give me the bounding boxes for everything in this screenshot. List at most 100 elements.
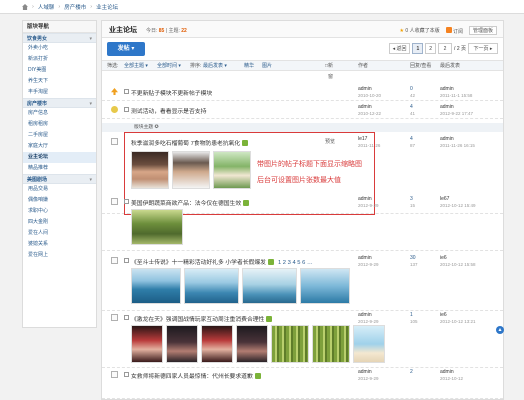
sort-dropdown[interactable]: 最后发表 ▾ [203,61,227,72]
breadcrumb-item[interactable]: 人域聊 [38,3,55,11]
sidebar-item-owner-forum[interactable]: 业主论坛 [23,152,96,163]
sidebar-item[interactable]: 房产信息 [23,108,96,119]
thread-row[interactable]: 《至斗士传说》十一精彩活动好礼多 小学者长假爆发 1 2 3 4 5 6 … ad… [102,253,503,311]
last-poster[interactable]: admin [440,369,454,375]
last-post-date[interactable]: 2012-10-12 [440,376,463,381]
thread-checkbox[interactable] [124,199,129,204]
last-post-date[interactable]: 2011-11-1 15:58 [440,93,472,98]
thread-page-links[interactable]: 1 2 3 4 5 6 … [278,260,313,266]
sidebar-item[interactable]: 精品推荐 [23,163,96,174]
thumbnail-image[interactable] [166,325,198,363]
last-post-date[interactable]: 2012-9-22 17:47 [440,111,473,116]
last-poster[interactable]: ie6 [440,312,447,318]
new-window-checkbox[interactable]: □ 新窗 [325,61,333,80]
pager-next-button[interactable]: 下一页 ▸ [468,43,498,54]
last-post-date[interactable]: 2012-10-12 15:49 [440,203,476,208]
thumbnail-image[interactable] [312,325,350,363]
sidebar-item[interactable]: 外卖小吃 [23,43,96,54]
last-poster[interactable]: ie6 [440,255,447,261]
thread-row[interactable]: 不更新贴子模块不更新帖子模块 admin 2010-10-20 0 42 adm… [102,84,503,101]
thread-checkbox[interactable] [124,372,129,377]
thread-title-line[interactable]: 美国伊朗蔬菜商欲产品：法今仅在德国生效 [131,198,250,207]
thread-checkbox[interactable] [124,315,129,320]
sidebar-item[interactable]: 二手房屋 [23,130,96,141]
manage-panel-button[interactable]: 管理面板 [468,26,497,35]
sidebar-item[interactable]: 用品交易 [23,184,96,195]
sidebar-group-food[interactable]: 饮食男女 ▾ [23,33,96,43]
sidebar-item[interactable]: 求职中心 [23,206,96,217]
sidebar-item[interactable]: 偶像咱嫌 [23,195,96,206]
all-time-dropdown[interactable]: 全部时间 ▾ [157,61,181,72]
sidebar-item[interactable]: 爱在人间 [23,228,96,239]
elite-filter[interactable]: 精华 [244,61,254,72]
thumbnail-image[interactable] [300,268,350,304]
thread-author[interactable]: admin [358,196,372,202]
thread-row[interactable]: 测试活动，看看显示是否支持 admin 2010-12-22 4 41 admi… [102,101,503,119]
sidebar-title: 版块导航 [23,21,96,33]
thread-author[interactable]: admin [358,312,372,318]
thread-title[interactable]: 女救师将新德四家人员最惊情：代州长要求道歉 [131,374,253,380]
breadcrumb-item[interactable]: 业主论坛 [96,3,118,11]
rss-link[interactable]: 订阅 [445,26,463,35]
thread-title[interactable]: 美国伊朗蔬菜商欲产品：法今仅在德国生效 [131,201,241,207]
thumbnail-image[interactable] [184,268,239,304]
pagination: ◂ 返回 1 2 2 / 2 页 下一页 ▸ [388,43,498,54]
sidebar-item[interactable]: 四大金刚 [23,217,96,228]
thread-title[interactable]: 《至斗士传说》十一精彩活动好礼多 小学者长假爆发 [131,260,266,266]
back-to-top-button[interactable]: ▴ [496,326,504,334]
home-icon[interactable] [22,4,28,10]
sidebar-group-realestate[interactable]: 房产楼市 ▾ [23,98,96,108]
thread-title-line[interactable]: 《至斗士传说》十一精彩活动好礼多 小学者长假爆发 1 2 3 4 5 6 … [131,257,313,266]
sidebar-item[interactable]: 养生天下 [23,76,96,87]
thumbnail-image[interactable] [131,268,181,304]
pager-page-1[interactable]: 1 [412,43,424,54]
pager-page-2[interactable]: 2 [425,43,437,54]
thread-title[interactable]: 不更新贴子模块不更新帖子模块 [131,88,212,97]
last-poster[interactable]: admin [440,104,454,110]
sidebar-item[interactable]: DIY美图 [23,65,96,76]
breadcrumb-item[interactable]: 房产楼市 [64,3,86,11]
thumbnail-image[interactable] [201,325,233,363]
thread-title-line[interactable]: 女救师将新德四家人员最惊情：代州长要求道歉 [131,371,261,380]
sidebar-group-gallery[interactable]: 美图剧场 ▾ [23,174,96,184]
sidebar-item[interactable]: 婆媳关系 [23,239,96,250]
thumbnail-image[interactable] [242,268,297,304]
thread-row[interactable]: 美国伊朗蔬菜商欲产品：法今仅在德国生效 admin 2012-9-29 3 15… [102,194,503,251]
thread-author[interactable]: admin [358,255,372,261]
pager-back-button[interactable]: ◂ 返回 [388,43,411,54]
thread-replies: 2 [410,369,413,375]
thread-checkbox[interactable] [124,89,129,94]
last-poster[interactable]: le67 [440,196,449,202]
thread-row[interactable]: 女救师将新德四家人员最惊情：代州长要求道歉 admin 2012-9-29 2 … [102,367,503,399]
thread-title[interactable]: 测试活动，看看显示是否支持 [131,106,206,115]
last-post-date[interactable]: 2012-10-12 15:58 [440,262,476,267]
all-topics-dropdown[interactable]: 全部主题 ▾ [124,61,148,72]
favorite-link[interactable]: ★ 0 人收藏了本版 [400,27,440,34]
thread-author[interactable]: admin [358,104,372,110]
thread-checkbox[interactable] [124,258,129,263]
last-post-date[interactable]: 2011-11-26 16:15 [440,143,475,148]
sidebar-item[interactable]: 新派打折 [23,54,96,65]
new-post-button[interactable]: 发帖 ▾ [107,42,145,56]
pager-page-input[interactable]: 2 [438,43,453,54]
thread-author[interactable]: admin [358,369,372,375]
image-filter[interactable]: 图片 [262,61,272,72]
last-post-date[interactable]: 2012-10-12 13:21 [440,319,476,324]
thread-checkbox[interactable] [124,107,129,112]
thread-title-line[interactable]: 《激龙在天》强调国战情玩家互动周注重消费合理性 [131,314,273,323]
sidebar-item[interactable]: 家庭大厅 [23,141,96,152]
thread-author[interactable]: admin [358,86,372,92]
sidebar-item[interactable]: 爱在网上 [23,250,96,261]
thumbnail-image[interactable] [236,325,268,363]
sidebar-item[interactable]: 丰手淘屋 [23,87,96,98]
last-poster[interactable]: admin [440,86,454,92]
thumbnail-image[interactable] [271,325,309,363]
last-poster[interactable]: admin [440,136,454,142]
sidebar-item[interactable]: 租房租房 [23,119,96,130]
thumbnail-image[interactable] [131,325,163,363]
sort-label: 排序: [190,63,202,69]
thread-title[interactable]: 《激龙在天》强调国战情玩家互动周注重消费合理性 [131,317,264,323]
thread-row[interactable]: 《激龙在天》强调国战情玩家互动周注重消费合理性 admin 2012-9-29 … [102,310,503,368]
thumbnail-image[interactable] [353,325,385,363]
thumbnail-image[interactable] [131,209,183,245]
